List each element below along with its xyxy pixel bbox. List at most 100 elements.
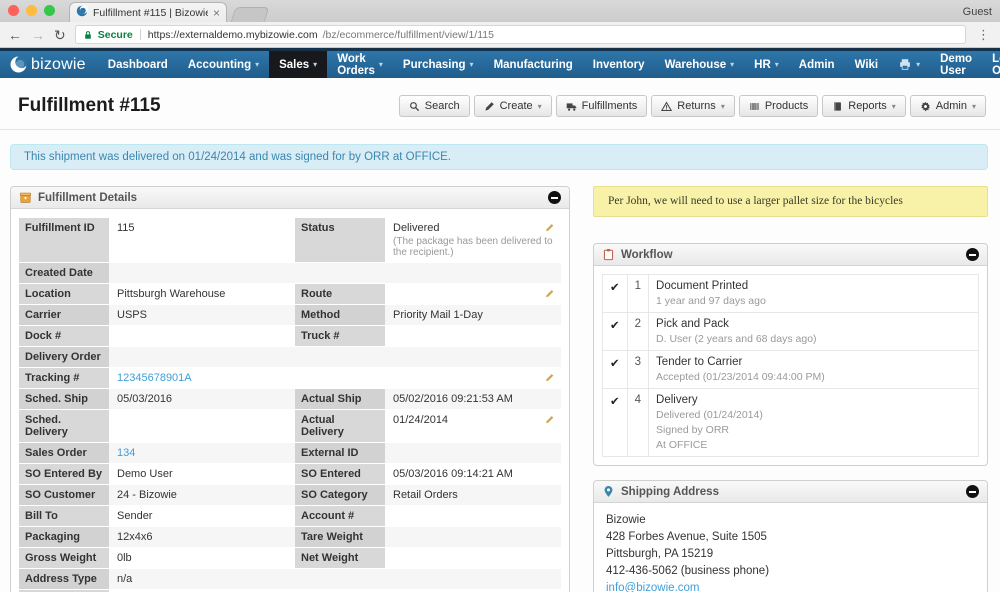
field-value (109, 326, 295, 346)
browser-tab[interactable]: Fulfillment #115 | Bizowie Dem × (69, 2, 227, 22)
value-link[interactable]: 134 (117, 447, 135, 459)
workflow-step-delivery: ✔4DeliveryDelivered (01/24/2014)Signed b… (603, 389, 979, 457)
step-detail: At OFFICE (656, 439, 971, 451)
button-label: Fulfillments (582, 100, 638, 112)
truck-icon (566, 101, 577, 112)
email-link[interactable]: info@bizowie.com (606, 582, 700, 592)
field-label: Tare Weight (295, 527, 385, 547)
close-icon[interactable]: × (213, 7, 220, 19)
search-icon (409, 101, 420, 112)
panel-title: Workflow (621, 249, 673, 261)
forward-icon[interactable]: → (31, 28, 45, 42)
reload-icon[interactable]: ↻ (54, 28, 66, 42)
nav-item-admin[interactable]: Admin (789, 51, 845, 78)
nav-item-accounting[interactable]: Accounting▾ (178, 51, 269, 78)
divider (140, 29, 141, 40)
field-label: Account # (295, 506, 385, 526)
url-domain: https://externaldemo.mybizowie.com (148, 29, 318, 41)
app-navbar: bizowie Dashboard Accounting▾Sales▾Work O… (0, 48, 1000, 78)
field-label: Net Weight (295, 548, 385, 568)
check-icon: ✔ (603, 313, 628, 351)
edit-icon[interactable] (544, 372, 555, 383)
toolbar-button-products[interactable]: Products (739, 95, 818, 117)
window-minimize-button[interactable] (26, 5, 37, 16)
detail-row-fulfillment-id: Fulfillment ID115StatusDelivered(The pac… (19, 218, 561, 262)
field-label: SO Entered By (19, 464, 109, 484)
nav-item-hr[interactable]: HR▾ (744, 51, 789, 78)
nav-item-purchasing[interactable]: Purchasing▾ (393, 51, 484, 78)
detail-row-dock-: Dock # Truck # (19, 326, 561, 346)
field-label: Method (295, 305, 385, 325)
nav-item-dashboard[interactable]: Dashboard (98, 51, 178, 78)
value-text: 05/03/2016 09:14:21 AM (393, 468, 513, 480)
pencil-icon (484, 101, 495, 112)
value-text: n/a (117, 573, 132, 585)
print-menu[interactable]: ▾ (888, 51, 930, 78)
detail-row-delivery-order: Delivery Order (19, 347, 561, 367)
toolbar-button-create[interactable]: Create▾ (474, 95, 552, 117)
window-zoom-button[interactable] (44, 5, 55, 16)
window-close-button[interactable] (8, 5, 19, 16)
field-label: Delivery Order (19, 347, 109, 367)
collapse-button[interactable] (548, 191, 561, 204)
check-icon: ✔ (603, 389, 628, 457)
nav-item-manufacturing[interactable]: Manufacturing (484, 51, 583, 78)
detail-row-sales-order: Sales Order134External ID (19, 443, 561, 463)
field-label: Sched. Ship (19, 389, 109, 409)
panel-header: Workflow (594, 244, 987, 266)
field-value (385, 527, 561, 547)
field-label: Truck # (295, 326, 385, 346)
collapse-button[interactable] (966, 485, 979, 498)
field-label: Dock # (19, 326, 109, 346)
nav-item-work-orders[interactable]: Work Orders▾ (327, 51, 393, 78)
bizowie-logo[interactable]: bizowie (10, 51, 86, 78)
value-link[interactable]: 12345678901A (117, 372, 192, 384)
shipping-address-panel: Shipping Address Bizowie428 Forbes Avenu… (593, 480, 988, 592)
user-menu[interactable]: Demo User (930, 51, 982, 78)
step-detail: Signed by ORR (656, 424, 971, 436)
field-value (385, 284, 561, 304)
address-bar[interactable]: Secure https://externaldemo.mybizowie.co… (75, 25, 966, 44)
nav-item-label: HR (754, 59, 771, 71)
field-label: Location (19, 284, 109, 304)
clipboard-icon (602, 248, 615, 261)
field-value: 115 (109, 218, 295, 262)
browser-menu-icon[interactable]: ⋮ (975, 27, 992, 43)
address-line: 412-436-5062 (business phone) (606, 563, 975, 580)
edit-icon[interactable] (544, 414, 555, 425)
value-text: Sender (117, 510, 152, 522)
value-text: USPS (117, 309, 147, 321)
field-label: Gross Weight (19, 548, 109, 568)
field-label: External ID (295, 443, 385, 463)
nav-item-label: Inventory (593, 59, 645, 71)
logout-button[interactable]: Log Out (982, 51, 1000, 78)
edit-icon[interactable] (544, 222, 555, 233)
nav-item-wiki[interactable]: Wiki (845, 51, 889, 78)
field-value: Sender (109, 506, 295, 526)
profile-label[interactable]: Guest (963, 6, 992, 22)
toolbar-button-returns[interactable]: Returns▾ (651, 95, 735, 117)
browser-window: Fulfillment #115 | Bizowie Dem × Guest ←… (0, 0, 1000, 592)
nav-item-sales[interactable]: Sales▾ (269, 51, 327, 78)
nav-item-inventory[interactable]: Inventory (583, 51, 655, 78)
collapse-button[interactable] (966, 248, 979, 261)
toolbar-button-admin[interactable]: Admin▾ (910, 95, 986, 117)
nav-item-label: Dashboard (108, 59, 168, 71)
edit-icon[interactable] (544, 288, 555, 299)
warning-icon (661, 101, 672, 112)
step-number: 3 (627, 351, 648, 389)
step-detail: 1 year and 97 days ago (656, 295, 971, 307)
toolbar-button-search[interactable]: Search (399, 95, 470, 117)
nav-item-warehouse[interactable]: Warehouse▾ (655, 51, 745, 78)
back-icon[interactable]: ← (8, 28, 22, 42)
toolbar-button-fulfillments[interactable]: Fulfillments (556, 95, 648, 117)
value-text: Demo User (117, 468, 173, 480)
field-value: 24 - Bizowie (109, 485, 295, 505)
value-text (393, 531, 396, 543)
value-text: 05/02/2016 09:21:53 AM (393, 393, 513, 405)
field-label: Sched. Delivery (19, 410, 109, 442)
toolbar-button-reports[interactable]: Reports▾ (822, 95, 906, 117)
field-label: Actual Delivery (295, 410, 385, 442)
secure-badge: Secure (98, 29, 133, 41)
new-tab-button[interactable] (231, 7, 270, 22)
